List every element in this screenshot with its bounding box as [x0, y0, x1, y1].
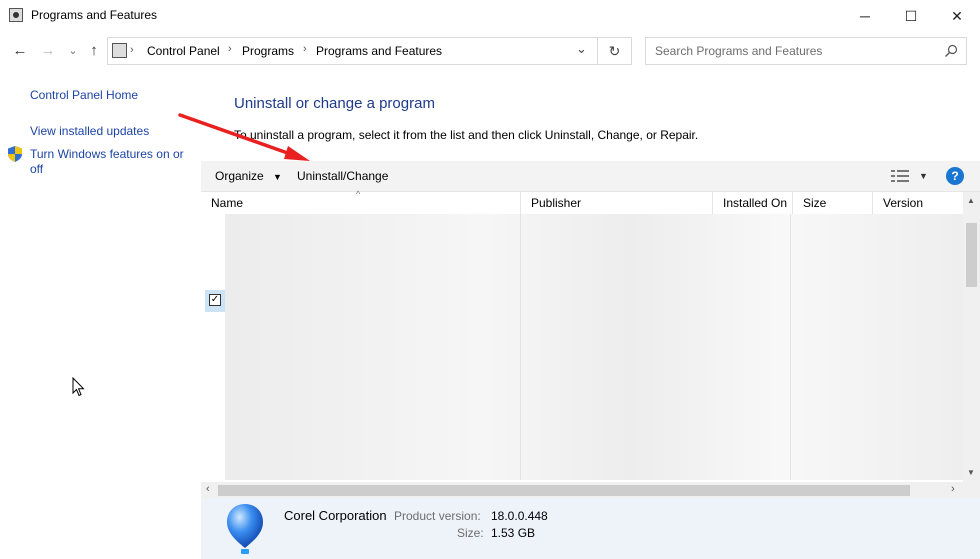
details-pane: Corel Corporation Product version: 18.0.…	[201, 498, 980, 559]
address-dropdown-chevron-icon[interactable]: ⌄	[576, 41, 587, 57]
turn-windows-features-link[interactable]: Turn Windows features on or off	[30, 147, 190, 177]
window-title: Programs and Features	[31, 8, 158, 22]
uninstall-change-button[interactable]: Uninstall/Change	[297, 169, 388, 183]
recent-locations-button[interactable]: ⌄	[63, 40, 83, 60]
column-installed-on[interactable]: Installed On	[713, 192, 793, 214]
column-name[interactable]: Name	[201, 192, 521, 214]
selected-row-highlight[interactable]: ✓	[205, 290, 225, 312]
search-icon[interactable]	[944, 44, 958, 58]
organize-button[interactable]: Organize ▼	[215, 169, 282, 183]
scroll-right-arrow-icon[interactable]: ›	[951, 483, 955, 495]
close-button[interactable]: ✕	[934, 0, 980, 32]
control-panel-home-link[interactable]: Control Panel Home	[30, 88, 138, 102]
horizontal-scroll-thumb[interactable]	[218, 485, 910, 496]
column-header-row: ^ Name Publisher Installed On Size Versi…	[201, 189, 963, 214]
product-version-value: 18.0.0.448	[491, 509, 548, 523]
annotation-arrow-icon	[178, 113, 310, 161]
search-input[interactable]	[653, 43, 937, 59]
command-toolbar: Organize ▼ Uninstall/Change ▼ ?	[201, 161, 980, 192]
maximize-button[interactable]: ☐	[888, 0, 934, 32]
scroll-down-arrow-icon[interactable]: ▼	[967, 468, 975, 477]
control-panel-icon	[112, 43, 127, 58]
breadcrumb-programs-and-features[interactable]: Programs and Features	[316, 44, 442, 58]
corel-balloon-icon	[227, 504, 263, 554]
up-button[interactable]: ↑	[84, 40, 104, 60]
minimize-button[interactable]: ─	[842, 0, 888, 32]
search-box[interactable]	[645, 37, 967, 65]
view-installed-updates-link[interactable]: View installed updates	[30, 124, 149, 138]
help-button[interactable]: ?	[946, 167, 964, 185]
organize-label: Organize	[215, 169, 264, 183]
forward-button[interactable]: →	[38, 40, 58, 60]
program-list-blurred[interactable]	[225, 214, 963, 480]
breadcrumb-control-panel[interactable]: Control Panel	[147, 44, 220, 58]
title-bar: Programs and Features ─ ☐ ✕	[0, 0, 980, 32]
publisher-name: Corel Corporation	[284, 508, 387, 523]
scroll-up-arrow-icon[interactable]: ▲	[967, 196, 975, 205]
scroll-left-arrow-icon[interactable]: ‹	[206, 483, 210, 495]
uac-shield-icon	[8, 146, 22, 162]
programs-features-icon	[9, 8, 23, 22]
size-value: 1.53 GB	[491, 526, 536, 540]
product-version-label: Product version:	[394, 509, 481, 523]
view-details-icon[interactable]	[891, 170, 909, 182]
view-options-dropdown-icon[interactable]: ▼	[919, 171, 928, 181]
column-size[interactable]: Size	[793, 192, 873, 214]
vertical-scroll-thumb[interactable]	[966, 223, 977, 287]
page-title: Uninstall or change a program	[234, 95, 435, 112]
back-button[interactable]: ←	[10, 40, 30, 60]
breadcrumb-separator: ›	[130, 44, 134, 56]
organize-dropdown-icon: ▼	[273, 172, 282, 182]
address-bar[interactable]: › Control Panel › Programs › Programs an…	[107, 37, 598, 65]
column-version[interactable]: Version	[873, 192, 963, 214]
mouse-cursor-icon	[72, 377, 85, 397]
breadcrumb-programs[interactable]: Programs	[242, 44, 294, 58]
column-publisher[interactable]: Publisher	[521, 192, 713, 214]
breadcrumb-separator: ›	[303, 43, 307, 55]
row-checkbox[interactable]: ✓	[209, 294, 221, 306]
size-label: Size:	[457, 526, 484, 540]
breadcrumb-separator: ›	[228, 43, 232, 55]
refresh-button[interactable]: ↻	[598, 37, 632, 65]
